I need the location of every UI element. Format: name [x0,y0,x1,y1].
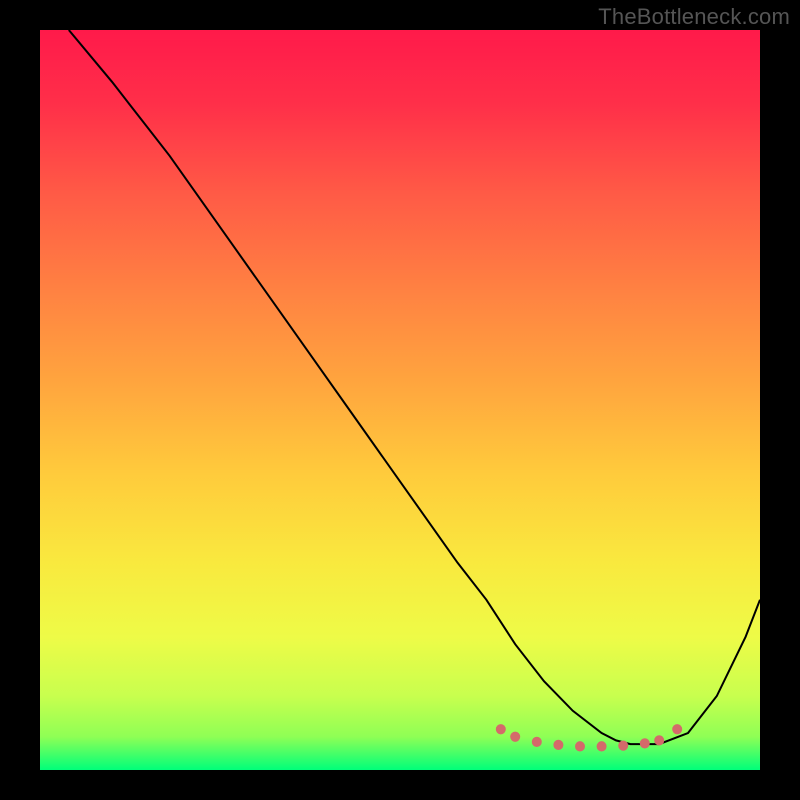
marker-dot [510,732,520,742]
marker-dot [672,724,682,734]
marker-dot [575,741,585,751]
chart-container: TheBottleneck.com [0,0,800,800]
bottom-marker-dots [496,724,682,751]
marker-dot [654,735,664,745]
plot-area [40,30,760,770]
watermark-text: TheBottleneck.com [598,4,790,30]
marker-dot [640,738,650,748]
bottleneck-curve [69,30,760,744]
marker-dot [597,741,607,751]
marker-dot [532,737,542,747]
marker-dot [618,740,628,750]
marker-dot [496,724,506,734]
marker-dot [553,740,563,750]
curve-layer [40,30,760,770]
